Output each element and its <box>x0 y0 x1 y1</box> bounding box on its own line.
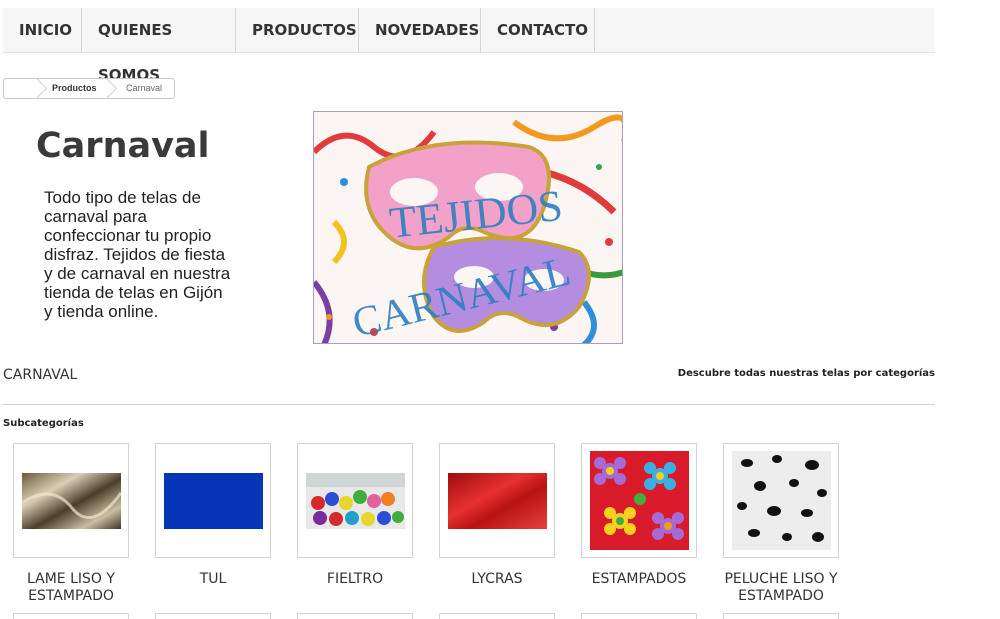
category-description: Todo tipo de telas de carnaval para conf… <box>44 188 231 321</box>
nav-item-inicio[interactable]: INICIO <box>3 8 82 53</box>
subcategories-heading: Subcategorías <box>3 418 84 429</box>
main-navigation: INICIO QUIENES SOMOS PRODUCTOS NOVEDADES… <box>3 8 935 84</box>
subcategory-tile-next-row <box>723 613 839 619</box>
subcategory-label-fieltro[interactable]: FIELTRO <box>285 571 425 588</box>
carnival-banner-image: TEJIDOS CARNAVAL <box>313 111 623 344</box>
fabric-flower-print-icon <box>589 451 689 550</box>
fabric-dalmatian-plush-icon <box>731 451 831 550</box>
subcategory-tile-next-row <box>439 613 555 619</box>
category-name: CARNAVAL <box>3 367 78 383</box>
subcategory-tile-estampados[interactable] <box>581 443 697 558</box>
divider <box>3 404 935 405</box>
subcategory-tile-fieltro[interactable] <box>297 443 413 558</box>
subcategory-label-tul[interactable]: TUL <box>143 571 283 588</box>
fabric-felt-rolls-icon <box>305 472 405 529</box>
subcategory-tile-peluche[interactable] <box>723 443 839 558</box>
fabric-gold-lame-icon <box>21 472 121 529</box>
subcategory-tile-next-row <box>581 613 697 619</box>
fabric-red-lycra-icon <box>447 472 547 529</box>
subcategory-tile-next-row <box>155 613 271 619</box>
nav-item-contacto[interactable]: CONTACTO <box>481 8 595 53</box>
page-title: Carnaval <box>36 126 210 166</box>
breadcrumb-home-link[interactable] <box>4 79 38 98</box>
breadcrumb: Productos Carnaval <box>3 78 175 99</box>
nav-item-quienes-somos[interactable]: QUIENES SOMOS <box>82 8 236 84</box>
subcategory-tile-lycras[interactable] <box>439 443 555 558</box>
nav-item-productos[interactable]: PRODUCTOS <box>236 8 359 53</box>
subcategory-label-lycras[interactable]: LYCRAS <box>427 571 567 588</box>
subcategory-tile-next-row <box>13 613 129 619</box>
nav-item-novedades[interactable]: NOVEDADES <box>359 8 481 53</box>
subcategory-tile-tul[interactable] <box>155 443 271 558</box>
fabric-blue-tulle-icon <box>163 472 263 529</box>
breadcrumb-item-carnaval: Carnaval <box>126 83 163 93</box>
subcategory-label-peluche[interactable]: PELUCHE LISO Y ESTAMPADO <box>711 571 851 605</box>
subcategory-tile-lame[interactable] <box>13 443 129 558</box>
subcategory-tile-next-row <box>297 613 413 619</box>
all-categories-link[interactable]: Descubre todas nuestras telas por catego… <box>678 368 935 379</box>
subcategory-label-estampados[interactable]: ESTAMPADOS <box>569 571 709 588</box>
subcategory-label-lame[interactable]: LAME LISO Y ESTAMPADO <box>1 571 141 605</box>
breadcrumb-item-productos[interactable]: Productos <box>38 79 110 98</box>
